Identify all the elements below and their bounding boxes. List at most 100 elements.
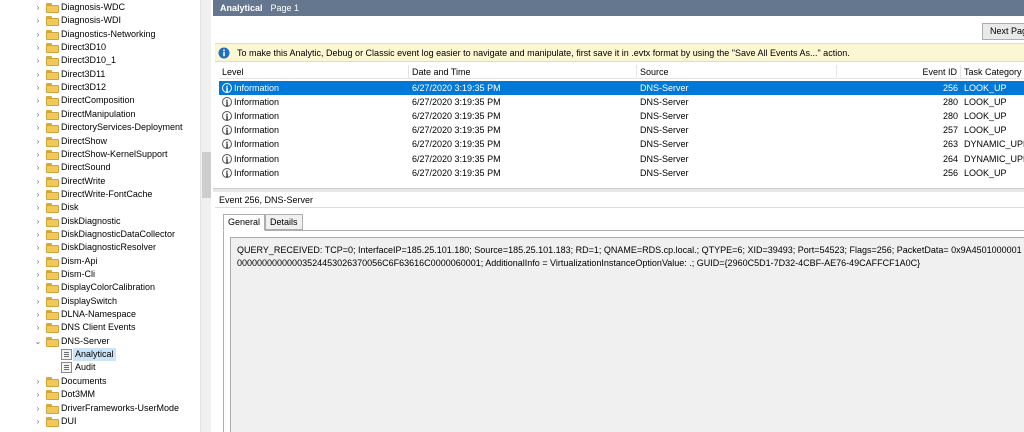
chevron-right-icon[interactable]: ›	[34, 415, 42, 428]
tree-item[interactable]: › DNS Client Events	[0, 321, 200, 334]
folder-icon	[46, 376, 59, 387]
information-icon	[222, 138, 232, 151]
chevron-right-icon[interactable]: ›	[34, 295, 42, 308]
chevron-right-icon[interactable]: ›	[34, 268, 42, 281]
cell-datetime: 6/27/2020 3:19:35 PM	[412, 167, 501, 178]
tree-item[interactable]: › DriverFrameworks-UserMode	[0, 402, 200, 415]
tree-item[interactable]: › DisplaySwitch	[0, 295, 200, 308]
tree-item[interactable]: › Dism-Cli	[0, 268, 200, 281]
chevron-right-icon[interactable]: ›	[34, 28, 42, 41]
tree-item[interactable]: › Direct3D10_1	[0, 54, 200, 67]
tree-item[interactable]: › Direct3D10	[0, 41, 200, 54]
chevron-right-icon[interactable]: ›	[34, 228, 42, 241]
table-row[interactable]: Information 6/27/2020 3:19:35 PM DNS-Serve…	[219, 166, 1024, 180]
tree-item[interactable]: › Diagnosis-WDC	[0, 1, 200, 14]
information-icon	[222, 82, 232, 95]
table-row[interactable]: Information 6/27/2020 3:19:35 PM DNS-Serve…	[219, 95, 1024, 109]
chevron-right-icon[interactable]: ›	[34, 41, 42, 54]
tree-scroll-thumb[interactable]	[202, 152, 211, 198]
tree-item-label: DNS Client Events	[61, 322, 136, 333]
tree-item-label: Diagnosis-WDI	[61, 15, 122, 26]
chevron-right-icon[interactable]: ›	[34, 281, 42, 294]
cell-datetime: 6/27/2020 3:19:35 PM	[412, 83, 501, 93]
information-icon	[222, 110, 232, 123]
tree-item[interactable]: › Disk	[0, 201, 200, 214]
chevron-right-icon[interactable]: ›	[34, 241, 42, 254]
chevron-right-icon[interactable]: ›	[34, 175, 42, 188]
chevron-right-icon[interactable]: ›	[34, 68, 42, 81]
tree-item[interactable]: › DirectManipulation	[0, 108, 200, 121]
log-tree[interactable]: › Diagnosis-WDC › Diagnosis-WDI › Diagnostics…	[0, 0, 200, 432]
chevron-right-icon[interactable]: ›	[34, 402, 42, 415]
tree-item[interactable]: › DLNA-Namespace	[0, 308, 200, 321]
chevron-right-icon[interactable]: ›	[34, 94, 42, 107]
table-row[interactable]: Information 6/27/2020 3:19:35 PM DNS-Serve…	[219, 152, 1024, 166]
tree-item[interactable]: › Dot3MM	[0, 388, 200, 401]
tree-item[interactable]: Audit	[0, 361, 200, 374]
folder-icon	[46, 69, 59, 80]
cell-level: Information	[219, 137, 409, 151]
table-row[interactable]: Information 6/27/2020 3:19:35 PM DNS-Serve…	[219, 109, 1024, 123]
chevron-down-icon[interactable]: ⌄	[34, 335, 42, 348]
column-header-datetime[interactable]: Date and Time	[409, 65, 637, 79]
chevron-right-icon[interactable]: ›	[34, 14, 42, 27]
chevron-right-icon[interactable]: ›	[34, 388, 42, 401]
table-row[interactable]: Information 6/27/2020 3:19:35 PM DNS-Serve…	[219, 81, 1024, 95]
tree-item[interactable]: › DiskDiagnostic	[0, 215, 200, 228]
column-header-level[interactable]: Level	[219, 65, 409, 79]
chevron-right-icon[interactable]: ›	[34, 54, 42, 67]
chevron-right-icon[interactable]: ›	[34, 81, 42, 94]
chevron-right-icon[interactable]: ›	[34, 215, 42, 228]
tab-general[interactable]: General	[223, 214, 266, 231]
tree-item[interactable]: › DirectComposition	[0, 94, 200, 107]
tree-item[interactable]: › DiskDiagnosticResolver	[0, 241, 200, 254]
cell-task-category: LOOK_UP	[964, 167, 1007, 178]
chevron-right-icon[interactable]: ›	[34, 201, 42, 214]
next-page-button[interactable]: Next Page	[982, 23, 1024, 40]
chevron-right-icon[interactable]: ›	[34, 135, 42, 148]
tree-item[interactable]: › DisplayColorCalibration	[0, 281, 200, 294]
folder-icon	[46, 136, 59, 147]
tree-item[interactable]: › Diagnostics-Networking	[0, 28, 200, 41]
table-horizontal-scrollbar[interactable]	[213, 188, 1024, 192]
chevron-right-icon[interactable]: ›	[34, 121, 42, 134]
chevron-right-icon[interactable]: ›	[34, 1, 42, 14]
tree-item-label: DirectWrite-FontCache	[61, 188, 153, 199]
table-row[interactable]: Information 6/27/2020 3:19:35 PM DNS-Serve…	[219, 137, 1024, 151]
tree-item[interactable]: › Direct3D12	[0, 81, 200, 94]
chevron-right-icon[interactable]: ›	[34, 108, 42, 121]
tree-item[interactable]: Analytical	[0, 348, 200, 362]
events-table[interactable]: Level Date and Time Source Event ID Task…	[219, 65, 1024, 188]
tree-item[interactable]: › DirectSound	[0, 161, 200, 174]
chevron-right-icon[interactable]: ›	[34, 255, 42, 268]
tree-item[interactable]: › DirectWrite-FontCache	[0, 188, 200, 201]
tree-item[interactable]: › DirectShow-KernelSupport	[0, 148, 200, 161]
tree-item[interactable]: › DiskDiagnosticDataCollector	[0, 228, 200, 241]
chevron-right-icon[interactable]: ›	[34, 148, 42, 161]
chevron-right-icon[interactable]: ›	[34, 308, 42, 321]
tree-item[interactable]: ⌄ DNS-Server	[0, 335, 200, 348]
cell-level: Information	[219, 95, 409, 109]
tree-item[interactable]: › Direct3D11	[0, 68, 200, 81]
column-header-event-id[interactable]: Event ID	[837, 65, 961, 79]
tree-item[interactable]: › DirectShow	[0, 135, 200, 148]
chevron-right-icon[interactable]: ›	[34, 321, 42, 334]
chevron-right-icon[interactable]: ›	[34, 188, 42, 201]
tree-item[interactable]: › DUI	[0, 415, 200, 428]
tree-item-label: DriverFrameworks-UserMode	[61, 402, 180, 413]
event-description-box[interactable]: QUERY_RECEIVED: TCP=0; InterfaceIP=185.2…	[230, 237, 1024, 432]
folder-icon	[46, 83, 59, 94]
table-row[interactable]: Information 6/27/2020 3:19:35 PM DNS-Serve…	[219, 123, 1024, 137]
information-icon	[222, 96, 232, 109]
tree-item[interactable]: › DirectWrite	[0, 175, 200, 188]
chevron-right-icon[interactable]: ›	[34, 161, 42, 174]
tree-item[interactable]: › Dism-Api	[0, 255, 200, 268]
tab-details[interactable]: Details	[265, 214, 303, 230]
tree-scrollbar[interactable]	[200, 0, 211, 432]
tree-item[interactable]: › Documents	[0, 375, 200, 388]
chevron-right-icon[interactable]: ›	[34, 375, 42, 388]
column-header-task-category[interactable]: Task Category	[961, 65, 1024, 79]
tree-item[interactable]: › DirectoryServices-Deployment	[0, 121, 200, 134]
tree-item[interactable]: › Diagnosis-WDI	[0, 14, 200, 27]
column-header-source[interactable]: Source	[637, 65, 837, 79]
